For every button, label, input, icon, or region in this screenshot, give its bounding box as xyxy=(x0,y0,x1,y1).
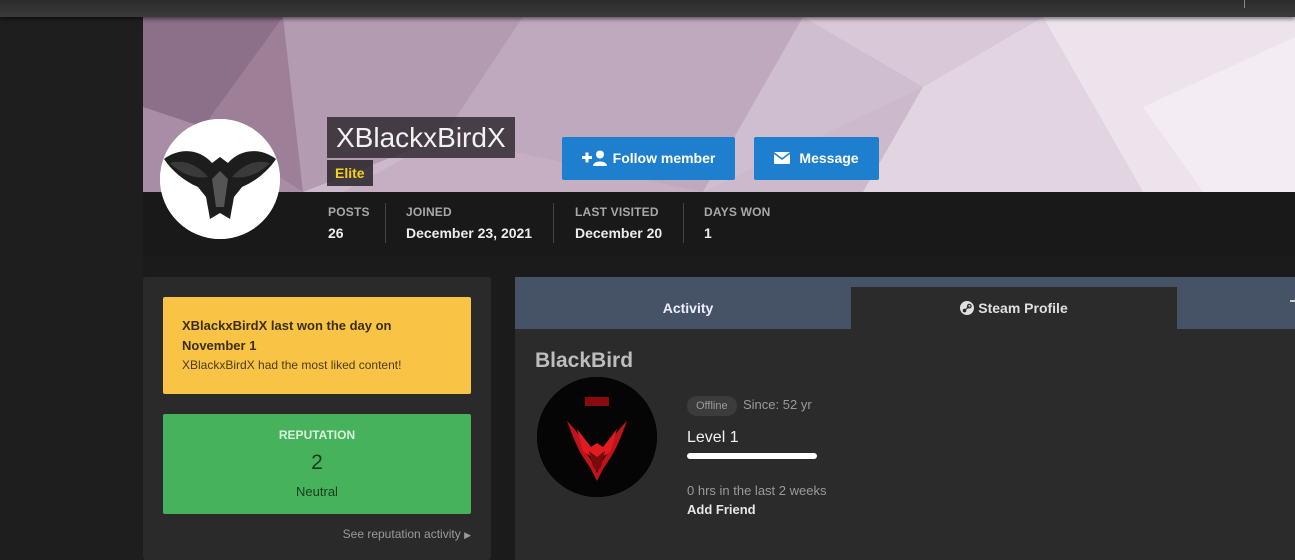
stat-days-won[interactable]: DAYS WON 1 xyxy=(704,205,771,241)
message-label: Message xyxy=(799,150,859,166)
tab-overflow-icon[interactable] xyxy=(1290,300,1295,302)
stat-value: 1 xyxy=(704,225,712,241)
add-friend-link[interactable]: Add Friend xyxy=(687,502,756,517)
user-plus-icon xyxy=(581,150,607,167)
avatar[interactable] xyxy=(160,119,280,239)
username: XBlackxBirdX xyxy=(327,117,515,158)
caret-right-icon: ▶ xyxy=(464,530,471,540)
tab-steam-profile[interactable]: Steam Profile xyxy=(851,287,1177,329)
reputation-label: REPUTATION xyxy=(278,428,356,442)
tab-activity[interactable]: Activity xyxy=(528,287,848,329)
days-won-box: XBlackxBirdX last won the day on Novembe… xyxy=(163,297,471,394)
stat-divider xyxy=(385,203,386,243)
level-progress-bar xyxy=(687,453,817,459)
see-reputation-link[interactable]: See reputation activity ▶ xyxy=(343,527,471,541)
demon-logo-icon xyxy=(537,377,657,497)
stat-label: POSTS xyxy=(328,205,370,219)
steam-icon xyxy=(960,301,975,316)
follow-member-button[interactable]: Follow member xyxy=(562,137,735,180)
tab-steam-label: Steam Profile xyxy=(978,300,1068,316)
stat-label: DAYS WON xyxy=(704,205,771,219)
envelope-icon xyxy=(773,152,791,165)
nav-divider xyxy=(1244,0,1245,8)
hours-played: 0 hrs in the last 2 weeks xyxy=(687,483,827,498)
stat-label: JOINED xyxy=(406,205,452,219)
stat-value: 26 xyxy=(328,225,344,241)
message-button[interactable]: Message xyxy=(754,137,879,180)
status-badge: Offline xyxy=(687,396,737,416)
reputation-word: Neutral xyxy=(296,484,338,499)
steam-name: BlackBird xyxy=(535,349,634,372)
follow-member-label: Follow member xyxy=(612,150,716,166)
since-text: Since: 52 yr xyxy=(743,397,812,412)
stat-posts: POSTS 26 xyxy=(328,205,370,241)
stat-divider xyxy=(683,203,684,243)
stat-last-visited: LAST VISITED December 20 xyxy=(575,205,662,241)
bird-avatar-icon xyxy=(160,119,280,239)
stat-joined: JOINED December 23, 2021 xyxy=(406,205,532,241)
reputation-value: 2 xyxy=(311,451,323,474)
stat-divider xyxy=(553,203,554,243)
rank-badge: Elite xyxy=(327,160,373,186)
stat-value: December 20 xyxy=(575,225,663,241)
stat-label: LAST VISITED xyxy=(575,205,659,219)
days-won-title: XBlackxBirdX last won the day on Novembe… xyxy=(182,318,392,353)
tab-activity-label: Activity xyxy=(662,300,714,316)
top-navigation-bar xyxy=(0,0,1295,17)
see-reputation-label: See reputation activity xyxy=(342,527,461,541)
stat-value: December 23, 2021 xyxy=(406,225,533,241)
reputation-box: REPUTATION 2 Neutral xyxy=(163,414,471,514)
steam-level: Level 1 xyxy=(687,429,739,446)
steam-avatar[interactable] xyxy=(537,377,657,497)
page-gutter xyxy=(0,17,143,560)
days-won-subtitle: XBlackxBirdX had the most liked content! xyxy=(182,358,402,372)
